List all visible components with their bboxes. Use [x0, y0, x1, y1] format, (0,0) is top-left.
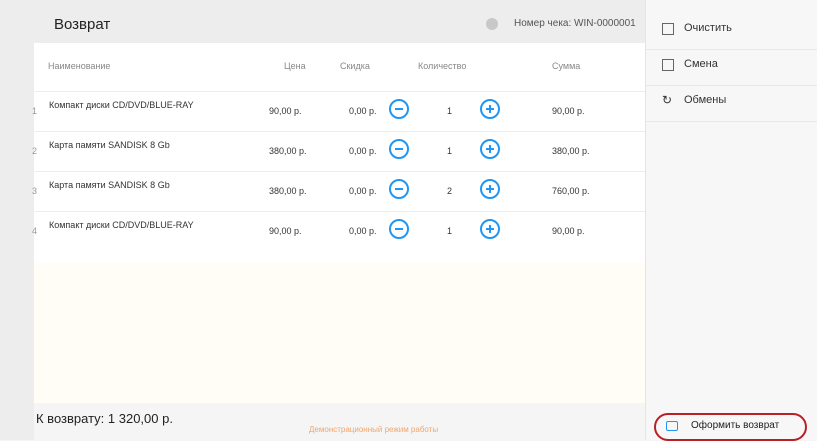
receipt-number: Номер чека: WIN-0000001 [514, 18, 636, 29]
return-icon [666, 421, 678, 431]
item-qty: 2 [447, 186, 453, 196]
shift-button[interactable]: Смена [646, 49, 817, 86]
main-panel: Возврат Номер чека: WIN-0000001 Наименов… [0, 0, 645, 440]
item-sum: 90,00 р. [552, 226, 585, 236]
submit-return-button[interactable]: Оформить возврат [654, 413, 807, 441]
submit-return-label: Оформить возврат [691, 420, 780, 431]
clear-label: Очистить [684, 22, 732, 34]
clear-button[interactable]: Очистить [646, 13, 817, 50]
minus-icon[interactable] [389, 219, 409, 239]
table-header: Наименование Цена Скидка Количество Сумм… [34, 43, 645, 91]
table-row[interactable]: 1 Компакт диски CD/DVD/BLUE-RAY 90,00 р.… [32, 91, 645, 132]
plus-icon[interactable] [480, 139, 500, 159]
item-sum: 760,00 р. [552, 186, 590, 196]
page-title: Возврат [54, 16, 111, 33]
exchanges-button[interactable]: ↻ Обмены [646, 85, 817, 122]
item-qty: 1 [447, 106, 453, 116]
item-name: Компакт диски CD/DVD/BLUE-RAY [49, 220, 194, 230]
column-discount: Скидка [340, 61, 370, 71]
returns-table: Наименование Цена Скидка Количество Сумм… [32, 43, 645, 263]
minus-icon[interactable] [389, 179, 409, 199]
column-price: Цена [284, 61, 306, 71]
table-row[interactable]: 4 Компакт диски CD/DVD/BLUE-RAY 90,00 р.… [32, 211, 645, 252]
item-discount: 0,00 р. [349, 226, 377, 236]
header: Возврат Номер чека: WIN-0000001 [34, 10, 645, 38]
item-name: Компакт диски CD/DVD/BLUE-RAY [49, 100, 194, 110]
column-sum: Сумма [552, 61, 581, 71]
item-sum: 380,00 р. [552, 146, 590, 156]
row-number: 4 [32, 226, 38, 236]
item-name: Карта памяти SANDISK 8 Gb [49, 180, 170, 190]
empty-area [34, 263, 645, 403]
item-price: 90,00 р. [269, 106, 302, 116]
item-sum: 90,00 р. [552, 106, 585, 116]
row-number: 1 [32, 106, 38, 116]
sidebar: Очистить Смена ↻ Обмены Оформить возврат [645, 0, 817, 441]
table-row[interactable]: 3 Карта памяти SANDISK 8 Gb 380,00 р. 0,… [32, 171, 645, 212]
shift-label: Смена [684, 58, 718, 70]
row-number: 2 [32, 146, 38, 156]
item-discount: 0,00 р. [349, 186, 377, 196]
item-name: Карта памяти SANDISK 8 Gb [49, 140, 170, 150]
item-qty: 1 [447, 146, 453, 156]
plus-icon[interactable] [480, 219, 500, 239]
footer: К возврату: 1 320,00 р. Демонстрационный… [34, 403, 645, 440]
plus-icon[interactable] [480, 99, 500, 119]
clear-icon [662, 23, 674, 35]
refresh-icon: ↻ [662, 93, 673, 107]
info-icon[interactable] [486, 18, 498, 30]
item-discount: 0,00 р. [349, 146, 377, 156]
item-price: 380,00 р. [269, 146, 307, 156]
column-name: Наименование [48, 61, 111, 71]
table-row[interactable]: 2 Карта памяти SANDISK 8 Gb 380,00 р. 0,… [32, 131, 645, 172]
minus-icon[interactable] [389, 99, 409, 119]
item-qty: 1 [447, 226, 453, 236]
calendar-icon [662, 59, 674, 71]
column-qty: Количество [418, 61, 467, 71]
item-price: 380,00 р. [269, 186, 307, 196]
demo-mode-label: Демонстрационный режим работы [309, 425, 439, 434]
plus-icon[interactable] [480, 179, 500, 199]
row-number: 3 [32, 186, 38, 196]
minus-icon[interactable] [389, 139, 409, 159]
return-total: К возврату: 1 320,00 р. [36, 411, 173, 426]
item-discount: 0,00 р. [349, 106, 377, 116]
exchanges-label: Обмены [684, 94, 727, 106]
item-price: 90,00 р. [269, 226, 302, 236]
